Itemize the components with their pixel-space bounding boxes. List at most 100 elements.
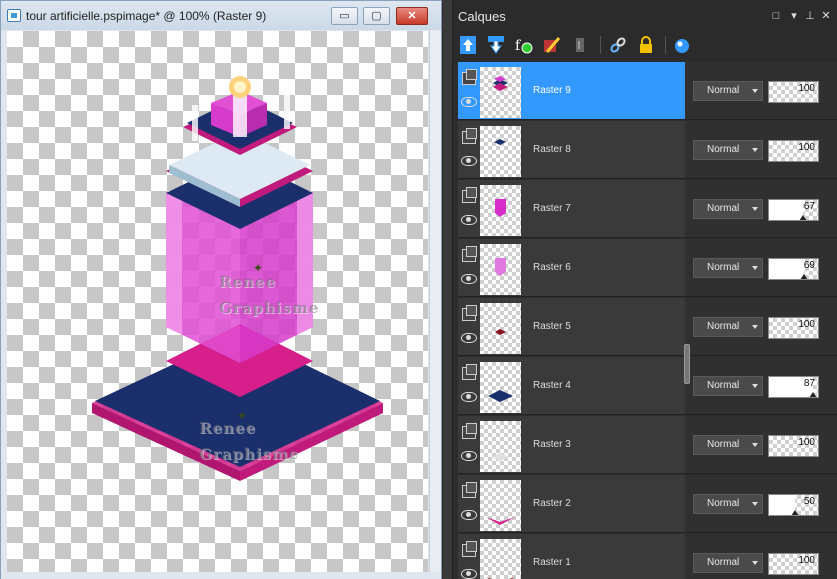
layers-list-scroll-handle[interactable] xyxy=(684,344,690,384)
opacity-value: 100 xyxy=(798,555,815,566)
opacity-value: 50 xyxy=(803,496,815,507)
layer-row-main[interactable]: Raster 8 xyxy=(458,121,685,179)
layer-properties: Normal 100 xyxy=(685,416,837,474)
chevron-down-icon xyxy=(752,443,758,447)
layer-row[interactable]: Raster 9 Normal 100 xyxy=(458,62,837,121)
link-layers-icon[interactable] xyxy=(607,34,629,56)
visibility-eye-icon[interactable] xyxy=(461,451,477,461)
panel-float-icon[interactable]: □ xyxy=(771,11,781,22)
minimize-button[interactable]: ▭ xyxy=(331,7,358,25)
layer-row[interactable]: Raster 4 Normal 87 xyxy=(458,357,837,416)
image-window-titlebar[interactable]: tour artificielle.pspimage* @ 100% (Rast… xyxy=(1,1,441,30)
layer-properties: Normal 100 xyxy=(685,298,837,356)
layer-group-icon[interactable] xyxy=(462,305,477,321)
panel-menu-icon[interactable]: ▾ xyxy=(789,11,799,22)
opacity-slider-marker[interactable] xyxy=(809,392,818,397)
layer-row-main[interactable]: Raster 9 xyxy=(458,62,685,120)
visibility-eye-icon[interactable] xyxy=(461,274,477,284)
layers-panel: Calques □ ▾ ⊥ ✕ f Raster 9 Normal 100 Ra… xyxy=(453,0,837,579)
image-window-title: tour artificielle.pspimage* @ 100% (Rast… xyxy=(26,9,267,23)
layer-row[interactable]: Raster 5 Normal 100 xyxy=(458,298,837,357)
chevron-down-icon xyxy=(752,325,758,329)
new-mask-layer-icon[interactable] xyxy=(541,34,563,56)
blend-mode-dropdown[interactable]: Normal xyxy=(693,435,763,455)
layer-row-main[interactable]: Raster 7 xyxy=(458,180,685,238)
blend-mode-dropdown[interactable]: Normal xyxy=(693,494,763,514)
opacity-slider[interactable]: 69 xyxy=(768,258,819,280)
opacity-fill xyxy=(769,259,805,279)
layer-row-main[interactable]: Raster 3 xyxy=(458,416,685,474)
blend-mode-dropdown[interactable]: Normal xyxy=(693,317,763,337)
layer-properties: Normal 100 xyxy=(685,534,837,579)
watermark-turtle-icon: ✦ xyxy=(253,261,264,275)
close-button[interactable]: ✕ xyxy=(396,7,428,25)
visibility-eye-icon[interactable] xyxy=(461,97,477,107)
opacity-slider[interactable]: 50 xyxy=(768,494,819,516)
visibility-eye-icon[interactable] xyxy=(461,333,477,343)
panel-pin-icon[interactable]: ⊥ xyxy=(805,11,815,22)
new-vector-layer-icon[interactable] xyxy=(485,34,507,56)
layer-group-icon[interactable] xyxy=(462,246,477,262)
opacity-slider-marker[interactable] xyxy=(790,510,799,515)
blend-mode-dropdown[interactable]: Normal xyxy=(693,258,763,278)
layer-row-main[interactable]: Raster 6 xyxy=(458,239,685,297)
maximize-button[interactable]: ▢ xyxy=(363,7,390,25)
blend-mode-dropdown[interactable]: Normal xyxy=(693,140,763,160)
visibility-eye-icon[interactable] xyxy=(461,156,477,166)
layer-row-main[interactable]: Raster 5 xyxy=(458,298,685,356)
opacity-slider[interactable]: 100 xyxy=(768,553,819,575)
layer-row[interactable]: Raster 7 Normal 67 xyxy=(458,180,837,239)
vertical-scrollbar[interactable] xyxy=(429,31,441,572)
blend-mode-value: Normal xyxy=(707,85,740,96)
layer-row[interactable]: Raster 8 Normal 100 xyxy=(458,121,837,180)
new-raster-layer-icon[interactable] xyxy=(457,34,479,56)
opacity-slider[interactable]: 87 xyxy=(768,376,819,398)
toolbar-separator xyxy=(600,36,601,54)
blend-mode-dropdown[interactable]: Normal xyxy=(693,376,763,396)
layer-group-icon[interactable] xyxy=(462,128,477,144)
opacity-slider[interactable]: 100 xyxy=(768,435,819,457)
layer-group-icon[interactable] xyxy=(462,364,477,380)
layer-group-icon[interactable] xyxy=(462,69,477,85)
panel-close-icon[interactable]: ✕ xyxy=(821,11,831,22)
visibility-eye-icon[interactable] xyxy=(461,392,477,402)
document-icon xyxy=(7,9,21,22)
layer-row[interactable]: Raster 6 Normal 69 xyxy=(458,239,837,298)
visibility-eye-icon[interactable] xyxy=(461,215,477,225)
opacity-slider[interactable]: 100 xyxy=(768,140,819,162)
blend-mode-dropdown[interactable]: Normal xyxy=(693,81,763,101)
image-canvas[interactable]: Renee Graphisme ✦ Renee Graphisme ✦ xyxy=(7,31,428,572)
opacity-slider[interactable]: 67 xyxy=(768,199,819,221)
layer-group-icon[interactable] xyxy=(462,541,477,557)
horizontal-scrollbar[interactable] xyxy=(1,572,441,579)
layer-row-main[interactable]: Raster 1 xyxy=(458,534,685,579)
new-adjustment-layer-icon[interactable]: f xyxy=(513,34,535,56)
layer-styles-icon[interactable] xyxy=(671,34,693,56)
opacity-slider[interactable]: 100 xyxy=(768,317,819,339)
layer-group-icon[interactable] xyxy=(462,187,477,203)
opacity-value: 100 xyxy=(798,319,815,330)
layers-toolbar: f xyxy=(453,30,837,62)
lock-transparency-icon[interactable] xyxy=(635,34,657,56)
layer-row[interactable]: Raster 1 Normal 100 xyxy=(458,534,837,579)
layer-name: Raster 9 xyxy=(533,85,571,96)
visibility-eye-icon[interactable] xyxy=(461,569,477,579)
opacity-slider-marker[interactable] xyxy=(800,274,809,279)
layer-group-icon[interactable] xyxy=(462,423,477,439)
layer-group-icon[interactable] xyxy=(462,482,477,498)
panel-splitter[interactable] xyxy=(443,0,453,579)
layer-row-main[interactable]: Raster 4 xyxy=(458,357,685,415)
layer-name: Raster 2 xyxy=(533,498,571,509)
opacity-slider[interactable]: 100 xyxy=(768,81,819,103)
blend-mode-value: Normal xyxy=(707,498,740,509)
layer-row-main[interactable]: Raster 2 xyxy=(458,475,685,533)
visibility-eye-icon[interactable] xyxy=(461,510,477,520)
blend-mode-dropdown[interactable]: Normal xyxy=(693,553,763,573)
tower-artwork xyxy=(92,76,383,481)
layer-name: Raster 1 xyxy=(533,557,571,568)
layer-row[interactable]: Raster 3 Normal 100 xyxy=(458,416,837,475)
blend-mode-dropdown[interactable]: Normal xyxy=(693,199,763,219)
opacity-slider-marker[interactable] xyxy=(799,215,808,220)
layer-row[interactable]: Raster 2 Normal 50 xyxy=(458,475,837,534)
delete-mask-icon[interactable] xyxy=(569,34,591,56)
